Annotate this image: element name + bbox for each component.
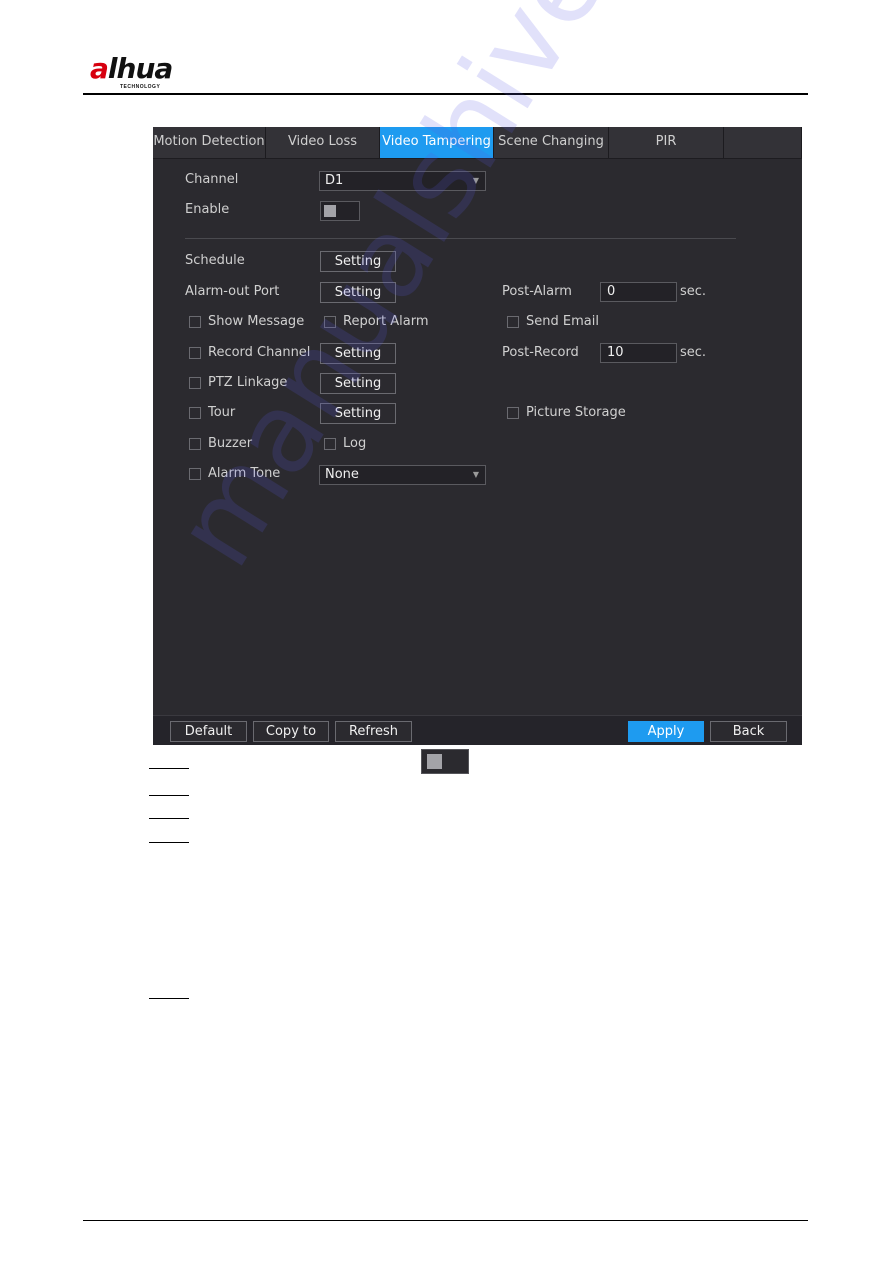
channel-select[interactable]: D1 ▼ [319, 171, 486, 191]
send-email-label: Send Email [526, 314, 599, 329]
alarm-tone-value: None [325, 467, 359, 482]
checkbox-box [324, 315, 336, 328]
copy-to-button[interactable]: Copy to [253, 721, 329, 742]
schedule-setting-button[interactable]: Setting [320, 251, 396, 272]
schedule-label: Schedule [185, 253, 245, 268]
tab-scene-changing[interactable]: Scene Changing [494, 127, 609, 158]
logo-text: lhua [107, 52, 173, 85]
logo-tagline: TECHNOLOGY [120, 84, 161, 90]
tab-pir[interactable]: PIR [609, 127, 724, 158]
dropdown-arrow-icon: ▼ [472, 470, 479, 479]
post-alarm-unit: sec. [680, 284, 707, 299]
tab-bar: Motion Detection Video Loss Video Tamper… [153, 127, 802, 159]
inline-toggle-icon [421, 749, 469, 774]
step-marker-line [149, 795, 189, 796]
tab-empty [724, 127, 802, 158]
dropdown-arrow-icon: ▼ [472, 176, 479, 185]
tour-setting-button[interactable]: Setting [320, 403, 396, 424]
checkbox-box [507, 406, 519, 419]
tour-label: Tour [208, 405, 236, 420]
toggle-knob [324, 205, 336, 217]
footer-button-bar: Default Copy to Refresh Apply Back [153, 715, 802, 745]
checkbox-box [189, 346, 201, 359]
logo-accent-letter: a [90, 52, 109, 85]
ptz-linkage-checkbox[interactable]: PTZ Linkage [189, 375, 287, 390]
report-alarm-label: Report Alarm [343, 314, 429, 329]
tab-video-loss[interactable]: Video Loss [266, 127, 380, 158]
video-tampering-panel: Motion Detection Video Loss Video Tamper… [153, 127, 802, 745]
step-marker-line [149, 998, 189, 999]
checkbox-box [189, 315, 201, 328]
send-email-checkbox[interactable]: Send Email [507, 314, 599, 329]
step-marker-line [149, 842, 189, 843]
show-message-checkbox[interactable]: Show Message [189, 314, 304, 329]
alarm-out-port-label: Alarm-out Port [185, 284, 280, 299]
buzzer-checkbox[interactable]: Buzzer [189, 436, 252, 451]
step-marker-line [149, 768, 189, 769]
checkbox-box [507, 315, 519, 328]
record-channel-checkbox[interactable]: Record Channel [189, 345, 310, 360]
post-record-input[interactable]: 10 [600, 343, 677, 363]
checkbox-box [189, 406, 201, 419]
post-record-unit: sec. [680, 345, 707, 360]
report-alarm-checkbox[interactable]: Report Alarm [324, 314, 428, 329]
dahua-logo: alhua TECHNOLOGY [90, 52, 200, 92]
picture-storage-label: Picture Storage [526, 405, 626, 420]
checkbox-box [189, 376, 201, 389]
checkbox-box [189, 437, 201, 450]
log-checkbox[interactable]: Log [324, 436, 366, 451]
back-button[interactable]: Back [710, 721, 787, 742]
alarm-tone-label: Alarm Tone [208, 466, 281, 481]
default-button[interactable]: Default [170, 721, 247, 742]
show-message-label: Show Message [208, 314, 305, 329]
alarm-out-port-setting-button[interactable]: Setting [320, 282, 396, 303]
channel-value: D1 [325, 173, 344, 188]
alarm-tone-checkbox[interactable]: Alarm Tone [189, 466, 280, 481]
ptz-linkage-setting-button[interactable]: Setting [320, 373, 396, 394]
enable-label: Enable [185, 202, 230, 217]
footer-rule [83, 1220, 808, 1221]
post-alarm-label: Post-Alarm [502, 284, 572, 299]
record-channel-label: Record Channel [208, 345, 311, 360]
tab-motion-detection[interactable]: Motion Detection [153, 127, 266, 158]
tour-checkbox[interactable]: Tour [189, 405, 235, 420]
step-marker-line [149, 818, 189, 819]
checkbox-box [189, 467, 201, 480]
picture-storage-checkbox[interactable]: Picture Storage [507, 405, 626, 420]
header-rule [83, 93, 808, 95]
toggle-knob [427, 754, 442, 769]
alarm-tone-select[interactable]: None ▼ [319, 465, 486, 485]
refresh-button[interactable]: Refresh [335, 721, 412, 742]
enable-toggle[interactable] [320, 201, 360, 221]
tab-video-tampering[interactable]: Video Tampering [380, 127, 494, 158]
channel-label: Channel [185, 172, 239, 187]
post-alarm-input[interactable]: 0 [600, 282, 677, 302]
ptz-linkage-label: PTZ Linkage [208, 375, 288, 390]
record-channel-setting-button[interactable]: Setting [320, 343, 396, 364]
log-label: Log [343, 436, 367, 451]
buzzer-label: Buzzer [208, 436, 253, 451]
apply-button[interactable]: Apply [628, 721, 704, 742]
section-divider [185, 238, 736, 239]
checkbox-box [324, 437, 336, 450]
post-record-label: Post-Record [502, 345, 579, 360]
